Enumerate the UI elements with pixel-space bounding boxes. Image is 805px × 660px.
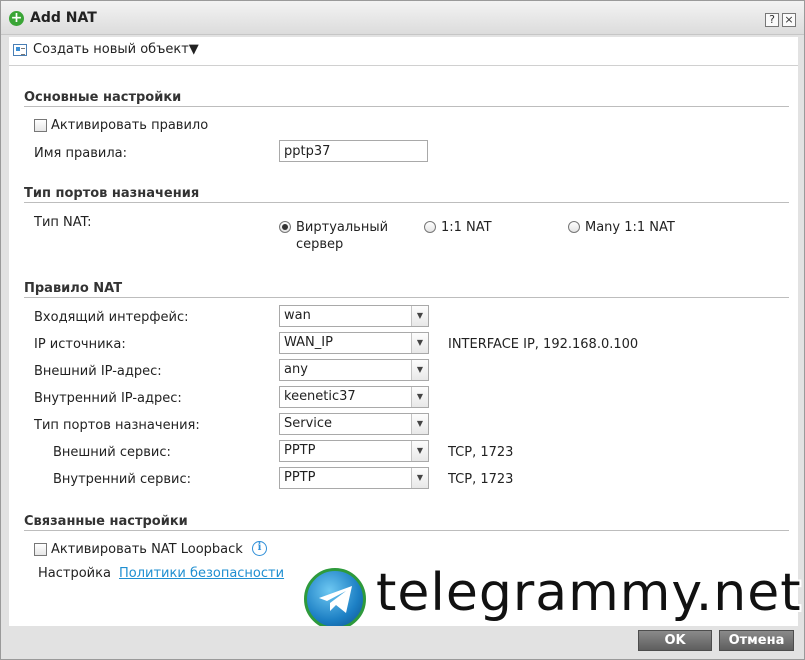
radio-many-one-to-one-nat[interactable] — [568, 221, 580, 233]
chevron-down-icon[interactable]: ▼ — [411, 387, 428, 407]
external-service-label: Внешний сервис: — [53, 445, 171, 460]
toolbar: Создать новый объект▼ — [9, 37, 798, 65]
cancel-button[interactable]: Отмена — [719, 630, 794, 651]
incoming-interface-label: Входящий интерфейс: — [34, 310, 189, 325]
select-value: keenetic37 — [284, 389, 356, 404]
activate-rule-checkbox[interactable] — [34, 119, 47, 132]
chevron-down-icon[interactable]: ▼ — [411, 306, 428, 326]
internal-ip-label: Внутренний IP-адрес: — [34, 391, 182, 406]
info-icon[interactable]: i — [252, 541, 267, 556]
select-value: WAN_IP — [284, 335, 333, 350]
add-icon: + — [9, 10, 24, 26]
section-title-basic: Основные настройки — [24, 90, 182, 105]
dialog-footer: OK Отмена — [1, 626, 804, 659]
chevron-down-icon[interactable]: ▼ — [411, 414, 428, 434]
nat-loopback-label: Активировать NAT Loopback — [51, 542, 243, 557]
create-new-object-menu[interactable]: Создать новый объект▼ — [33, 42, 199, 57]
source-ip-label: IP источника: — [34, 337, 126, 352]
destination-port-type-label: Тип портов назначения: — [34, 418, 200, 433]
incoming-interface-select[interactable]: wan ▼ — [279, 305, 429, 327]
external-service-info: TCP, 1723 — [448, 445, 514, 460]
chevron-down-icon[interactable]: ▼ — [411, 441, 428, 461]
internal-service-info: TCP, 1723 — [448, 472, 514, 487]
nat-loopback-checkbox[interactable] — [34, 543, 47, 556]
external-service-select[interactable]: PPTP ▼ — [279, 440, 429, 462]
radio-many-one-to-one-nat-label: Many 1:1 NAT — [585, 220, 675, 235]
telegram-logo-icon — [304, 568, 366, 630]
add-nat-dialog: + Add NAT ? × Создать новый объект▼ Осно… — [0, 0, 805, 660]
section-title-related: Связанные настройки — [24, 514, 188, 529]
select-value: PPTP — [284, 443, 316, 458]
policy-prefix-label: Настройка — [38, 566, 111, 581]
section-divider — [24, 202, 789, 203]
section-divider — [24, 297, 789, 298]
internal-service-label: Внутренний сервис: — [53, 472, 191, 487]
select-value: any — [284, 362, 308, 377]
section-divider — [24, 530, 789, 531]
section-divider — [24, 106, 789, 107]
dialog-title: Add NAT — [30, 10, 97, 26]
form-content: Основные настройки Активировать правило … — [9, 65, 798, 626]
internal-ip-select[interactable]: keenetic37 ▼ — [279, 386, 429, 408]
destination-port-type-select[interactable]: Service ▼ — [279, 413, 429, 435]
close-button[interactable]: × — [782, 13, 796, 27]
external-ip-select[interactable]: any ▼ — [279, 359, 429, 381]
radio-virtual-server-label-line2: сервер — [296, 237, 344, 252]
select-value: wan — [284, 308, 311, 323]
radio-virtual-server[interactable] — [279, 221, 291, 233]
source-ip-info: INTERFACE IP, 192.168.0.100 — [448, 337, 639, 352]
rule-name-input[interactable] — [279, 140, 428, 162]
nat-type-label: Тип NAT: — [34, 215, 92, 230]
section-title-port-type: Тип портов назначения — [24, 186, 200, 201]
radio-one-to-one-nat[interactable] — [424, 221, 436, 233]
new-object-icon — [13, 44, 27, 56]
select-value: Service — [284, 416, 333, 431]
watermark-text: telegrammy.net — [376, 563, 802, 623]
chevron-down-icon[interactable]: ▼ — [411, 333, 428, 353]
chevron-down-icon[interactable]: ▼ — [411, 468, 428, 488]
ok-button[interactable]: OK — [638, 630, 712, 651]
security-policy-link[interactable]: Политики безопасности — [119, 566, 284, 581]
external-ip-label: Внешний IP-адрес: — [34, 364, 162, 379]
section-title-nat-rule: Правило NAT — [24, 281, 123, 296]
rule-name-label: Имя правила: — [34, 146, 127, 161]
title-bar: + Add NAT ? × — [1, 1, 804, 35]
help-button[interactable]: ? — [765, 13, 779, 27]
radio-one-to-one-nat-label: 1:1 NAT — [441, 220, 492, 235]
chevron-down-icon[interactable]: ▼ — [411, 360, 428, 380]
activate-rule-label: Активировать правило — [51, 118, 209, 133]
source-ip-select[interactable]: WAN_IP ▼ — [279, 332, 429, 354]
select-value: PPTP — [284, 470, 316, 485]
radio-virtual-server-label: Виртуальный — [296, 220, 389, 235]
internal-service-select[interactable]: PPTP ▼ — [279, 467, 429, 489]
